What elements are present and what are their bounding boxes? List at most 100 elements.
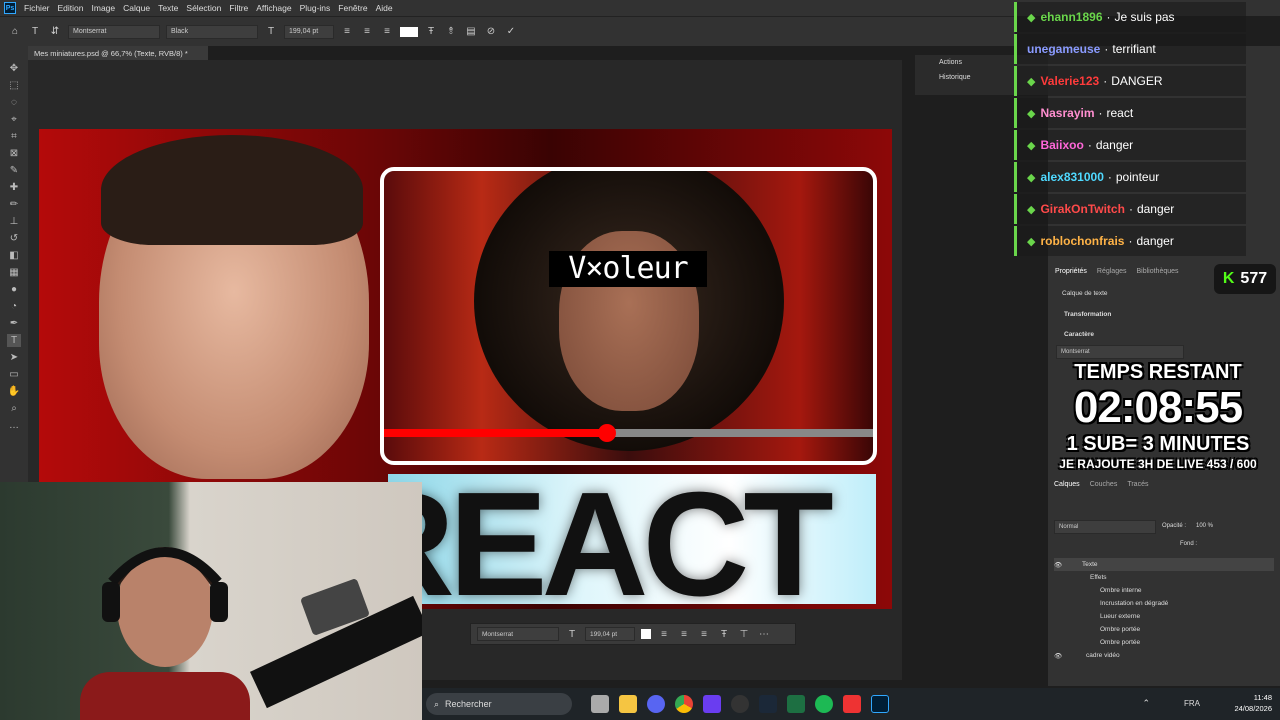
floating-font-select[interactable]: Montserrat xyxy=(477,627,559,641)
obs-icon[interactable] xyxy=(731,695,749,713)
excel-icon[interactable] xyxy=(787,695,805,713)
zoom-tool-icon[interactable]: ⌕ xyxy=(7,402,21,415)
app-red-icon[interactable] xyxy=(843,695,861,713)
layer-group-row[interactable]: 👁 cadre vidéo xyxy=(1054,649,1274,662)
align-right-icon[interactable]: ≡ xyxy=(380,25,394,39)
menu-fenetre[interactable]: Fenêtre xyxy=(338,3,367,13)
commit-check-icon[interactable]: ✓ xyxy=(504,25,518,39)
dodge-tool-icon[interactable]: ◔ xyxy=(7,300,21,313)
effect-row[interactable]: Ombre portée xyxy=(1054,623,1274,636)
menu-affichage[interactable]: Affichage xyxy=(256,3,291,13)
floating-color-swatch[interactable] xyxy=(641,629,651,639)
stamp-tool-icon[interactable]: ⊥ xyxy=(7,215,21,228)
tab-paths[interactable]: Tracés xyxy=(1127,481,1148,488)
floating-align-center-icon[interactable]: ≡ xyxy=(677,627,691,641)
opacity-value[interactable]: 100 % xyxy=(1196,523,1213,529)
menu-selection[interactable]: Sélection xyxy=(186,3,221,13)
menu-filtre[interactable]: Filtre xyxy=(229,3,248,13)
floating-more-icon[interactable]: ⋯ xyxy=(757,627,771,641)
path-select-icon[interactable]: ➤ xyxy=(7,351,21,364)
move-tool-icon[interactable]: ✥ xyxy=(7,62,21,75)
eraser-tool-icon[interactable]: ◧ xyxy=(7,249,21,262)
menu-aide[interactable]: Aide xyxy=(376,3,393,13)
transform-section[interactable]: Transformation xyxy=(1064,311,1111,318)
menu-image[interactable]: Image xyxy=(92,3,116,13)
crop-tool-icon[interactable]: ⌗ xyxy=(7,130,21,143)
font-size-select[interactable]: 199,04 pt xyxy=(284,24,334,39)
pen-tool-icon[interactable]: ✒ xyxy=(7,317,21,330)
steam-icon[interactable] xyxy=(759,695,777,713)
character-section[interactable]: Caractère xyxy=(1064,331,1094,338)
floating-align-left-icon[interactable]: ≡ xyxy=(657,627,671,641)
language-indicator[interactable]: FRA xyxy=(1184,699,1200,708)
cancel-icon[interactable]: ⊘ xyxy=(484,25,498,39)
tab-adjustments[interactable]: Réglages xyxy=(1097,268,1127,275)
text-tool-icon[interactable]: T xyxy=(7,334,21,347)
tray-chevron-icon[interactable]: ⌃ xyxy=(1142,698,1150,709)
effects-row[interactable]: Effets xyxy=(1054,571,1274,584)
panels-toggle-icon[interactable]: ▤ xyxy=(464,25,478,39)
tab-properties[interactable]: Propriétés xyxy=(1055,268,1087,275)
taskbar-search[interactable]: ⌕ Rechercher xyxy=(426,693,572,715)
align-left-icon[interactable]: ≡ xyxy=(340,25,354,39)
system-clock[interactable]: 11:48 24/08/2026 xyxy=(1234,692,1272,714)
chat-username: Baiixoo xyxy=(1040,138,1084,152)
eyedropper-tool-icon[interactable]: ✎ xyxy=(7,164,21,177)
healing-tool-icon[interactable]: ✚ xyxy=(7,181,21,194)
spotify-icon[interactable] xyxy=(815,695,833,713)
effect-row[interactable]: Ombre portée xyxy=(1054,636,1274,649)
floating-size-select[interactable]: 199,04 pt xyxy=(585,627,635,641)
floating-align-right-icon[interactable]: ≡ xyxy=(697,627,711,641)
props-font-select[interactable]: Montserrat xyxy=(1056,345,1184,359)
layer-row[interactable]: 👁 Texte xyxy=(1054,558,1274,571)
lasso-tool-icon[interactable]: ◌ xyxy=(7,96,21,109)
menu-plugins[interactable]: Plug-ins xyxy=(300,3,331,13)
search-icon: ⌕ xyxy=(434,698,440,709)
align-center-icon[interactable]: ≡ xyxy=(360,25,374,39)
document-tab[interactable]: Mes miniatures.psd @ 66,7% (Texte, RVB/8… xyxy=(28,46,208,60)
react-text-box[interactable]: REACT xyxy=(388,474,876,604)
eye-icon[interactable]: 👁 xyxy=(1054,652,1068,660)
font-family-select[interactable]: Montserrat xyxy=(68,24,160,39)
shape-tool-icon[interactable]: ▭ xyxy=(7,368,21,381)
floating-reset-icon[interactable]: ⊤ xyxy=(737,627,751,641)
goal-text: JE RAJOUTE 3H DE LIVE 453 / 600 xyxy=(1059,457,1257,471)
frame-tool-icon[interactable]: ⊠ xyxy=(7,147,21,160)
brush-tool-icon[interactable]: ✏ xyxy=(7,198,21,211)
app-grid-icon[interactable] xyxy=(703,695,721,713)
tab-layers[interactable]: Calques xyxy=(1054,481,1080,488)
history-brush-icon[interactable]: ↺ xyxy=(7,232,21,245)
eye-icon[interactable]: 👁 xyxy=(1054,561,1068,569)
type-tool-icon[interactable]: T xyxy=(28,25,42,39)
react-title-text[interactable]: REACT xyxy=(388,474,834,604)
floating-warp-icon[interactable]: Ŧ xyxy=(717,627,731,641)
more-tools-icon[interactable]: … xyxy=(7,419,21,432)
file-explorer-icon[interactable] xyxy=(619,695,637,713)
3d-text-icon[interactable]: ⥉ xyxy=(444,25,458,39)
tab-libraries[interactable]: Bibliothèques xyxy=(1136,268,1178,275)
marquee-tool-icon[interactable]: ⬚ xyxy=(7,79,21,92)
effect-row[interactable]: Lueur externe xyxy=(1054,610,1274,623)
photoshop-task-icon[interactable] xyxy=(871,695,889,713)
text-orientation-icon[interactable]: ⇵ xyxy=(48,25,62,39)
blend-mode-select[interactable]: Normal xyxy=(1054,520,1156,534)
warp-text-icon[interactable]: Ŧ xyxy=(424,25,438,39)
menu-edition[interactable]: Edition xyxy=(58,3,84,13)
menu-calque[interactable]: Calque xyxy=(123,3,150,13)
hand-tool-icon[interactable]: ✋ xyxy=(7,385,21,398)
tab-channels[interactable]: Couches xyxy=(1090,481,1118,488)
discord-icon[interactable] xyxy=(647,695,665,713)
chat-message: ◆ roblochonfrais · danger xyxy=(1014,226,1246,256)
quick-select-tool-icon[interactable]: ⌖ xyxy=(7,113,21,126)
effect-row[interactable]: Incrustation en dégradé xyxy=(1054,597,1274,610)
blur-tool-icon[interactable]: ● xyxy=(7,283,21,296)
menu-texte[interactable]: Texte xyxy=(158,3,178,13)
effect-row[interactable]: Ombre interne xyxy=(1054,584,1274,597)
menu-fichier[interactable]: Fichier xyxy=(24,3,50,13)
task-view-icon[interactable] xyxy=(591,695,609,713)
home-icon[interactable]: ⌂ xyxy=(8,25,22,39)
font-style-select[interactable]: Black xyxy=(166,24,258,39)
chrome-icon[interactable] xyxy=(675,695,693,713)
gradient-tool-icon[interactable]: ▦ xyxy=(7,266,21,279)
text-color-swatch[interactable] xyxy=(400,26,418,37)
